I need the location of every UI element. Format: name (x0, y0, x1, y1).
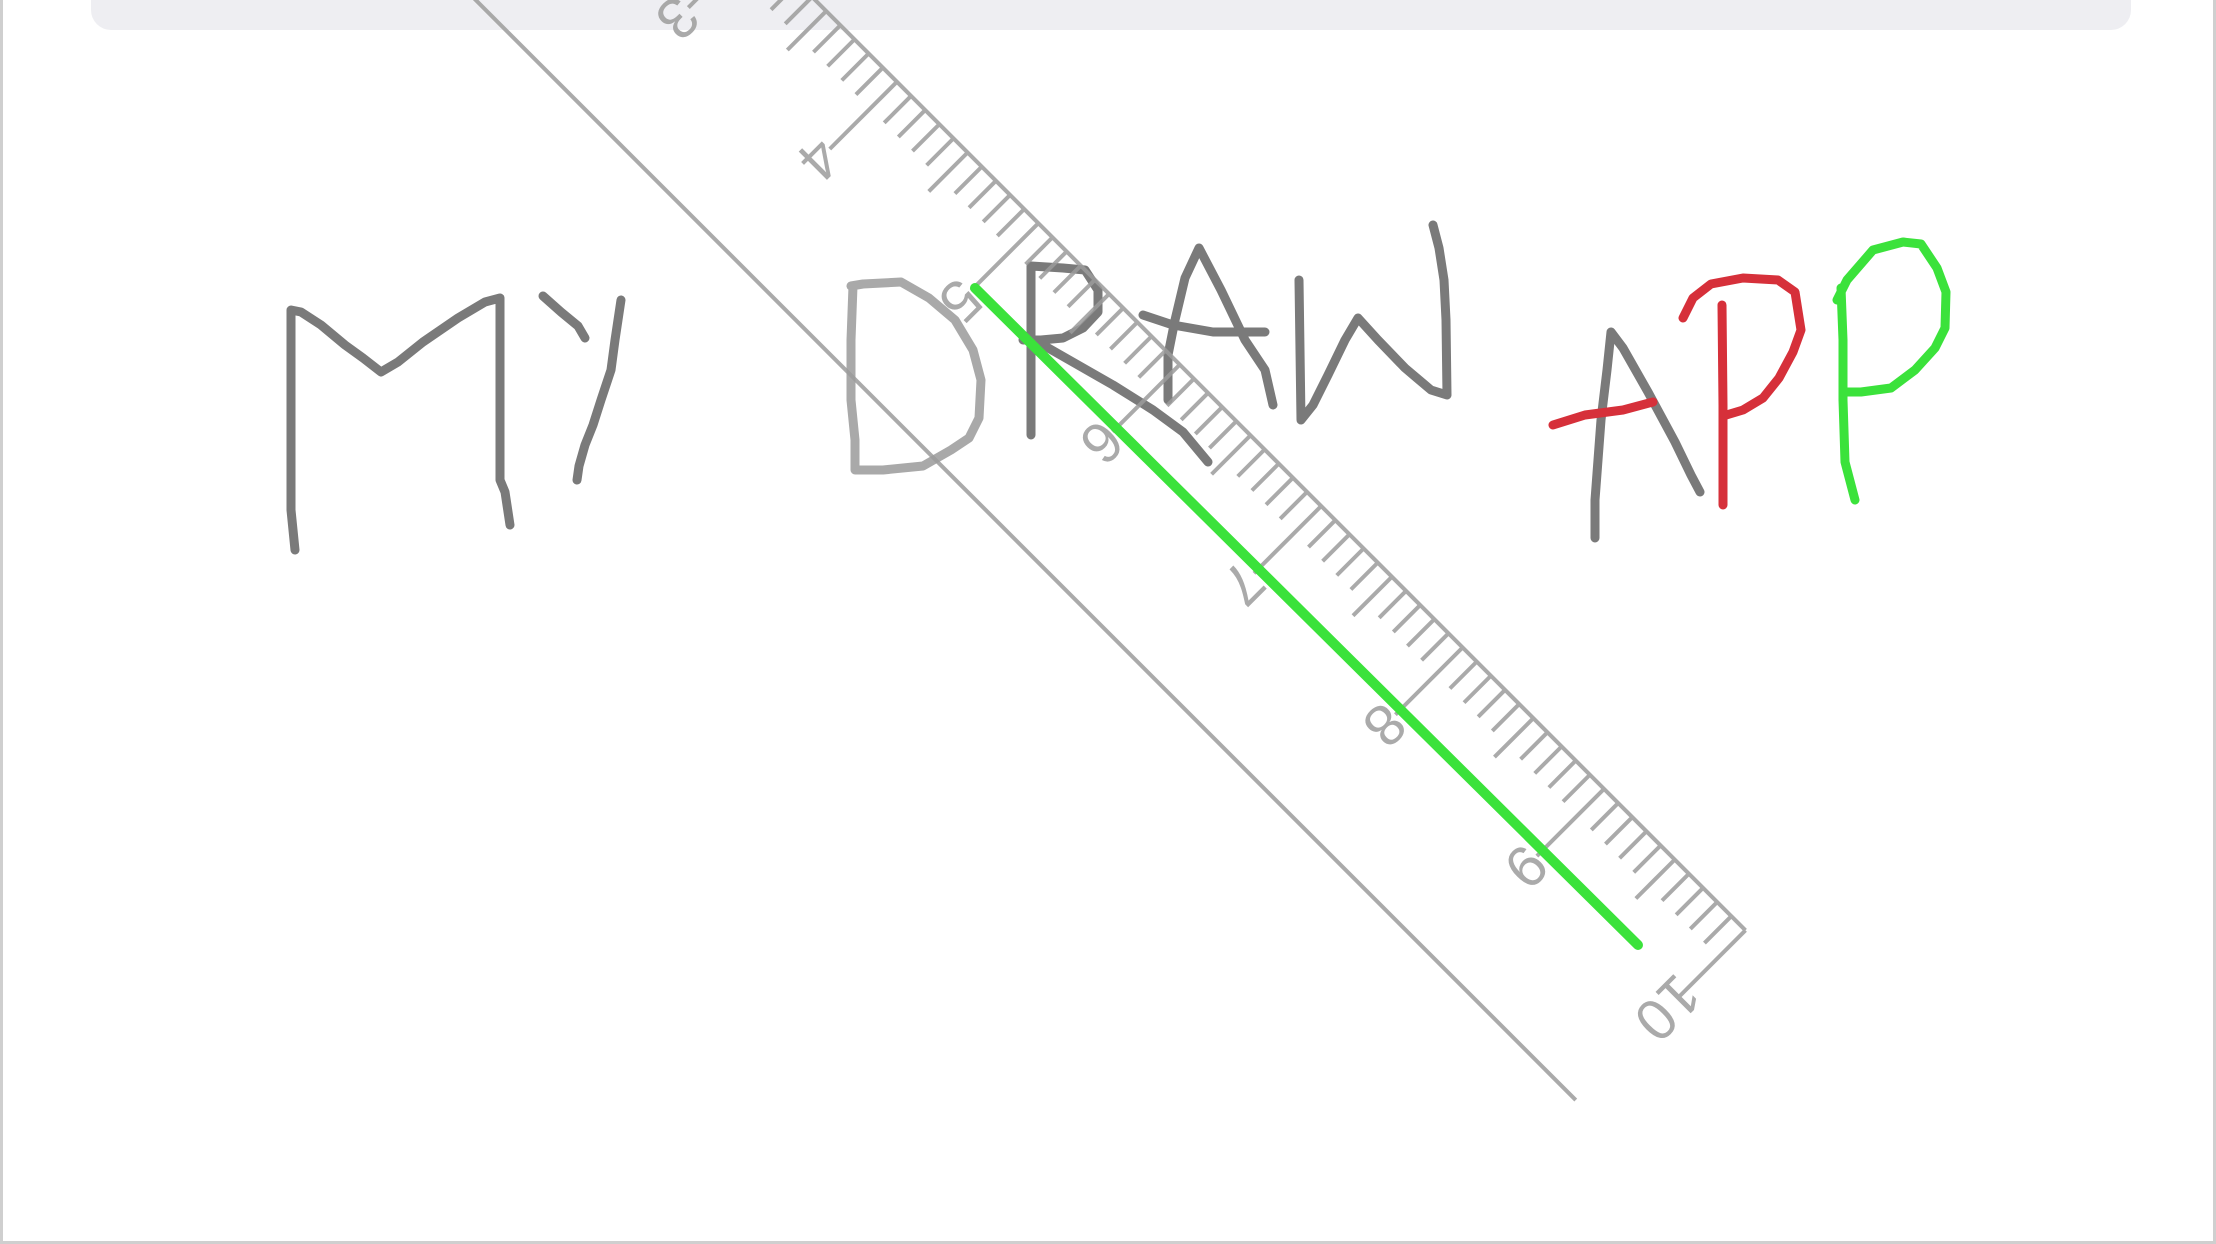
ruler-tick (1208, 419, 1238, 450)
ruler-tick (1335, 547, 1366, 577)
ruler-ticks (686, 0, 1747, 999)
ruler-tick (1618, 829, 1648, 860)
ruler-tick (1109, 320, 1139, 351)
ruler-tick (995, 207, 1026, 238)
ruler-tick (1448, 660, 1479, 690)
stroke-letter-a-app (1590, 327, 1705, 543)
ruler-tick (1604, 815, 1634, 846)
ruler-tick (1137, 349, 1168, 379)
ruler-tick (840, 52, 871, 82)
stroke-letter-w (1294, 220, 1452, 425)
ruler-tick (1519, 730, 1549, 761)
stroke-letter-p-green (1832, 237, 1951, 505)
ruler-tick (1660, 872, 1691, 903)
ruler-tick (1476, 688, 1507, 719)
ruler-tick (1264, 476, 1295, 507)
ruler-tick (1236, 448, 1267, 478)
ruler-tick (854, 66, 885, 96)
ruler-tick (1688, 900, 1719, 931)
ruler-tick (1420, 631, 1450, 662)
ruler-tick (1250, 462, 1281, 492)
ruler-tick (953, 165, 984, 195)
ruler-tick (1278, 490, 1309, 521)
ruler-edge-far (428, 0, 1578, 1102)
ruler-tick (1252, 504, 1323, 575)
ruler-tick (769, 0, 800, 12)
stroke-letter-p-red (1678, 273, 1806, 510)
ruler-tick (1674, 886, 1705, 917)
ruler-tick (1066, 278, 1097, 309)
ruler-tick (1462, 674, 1493, 705)
ruler-tick-labels: 2345678910 (643, 0, 1713, 1054)
ruler-tick (1589, 801, 1620, 832)
ruler-tick (1123, 334, 1153, 365)
ruler-tick (1561, 773, 1592, 804)
ruler-tick (783, 0, 814, 26)
ruler-tick (1321, 532, 1351, 563)
ruler-tick (1391, 603, 1422, 634)
ruler-tick (1377, 589, 1408, 620)
ruler-guided-stroke (970, 283, 1643, 950)
ruler-tick (981, 193, 1012, 224)
ruler-tick (1703, 914, 1733, 945)
ruler-tick (1179, 391, 1210, 422)
ruler-tick (686, 0, 757, 9)
ruler-tick (1490, 702, 1521, 733)
canvas-svg: 2345678910 (286, 0, 1951, 1123)
ruler-tick (828, 80, 899, 151)
ruler-tick (967, 179, 998, 210)
app-window: 2345678910 (0, 0, 2216, 1244)
ruler-tick (1193, 405, 1224, 436)
ruler[interactable]: 2345678910 (421, 0, 1768, 1123)
ruler-tick (1307, 518, 1337, 549)
ruler-tick (1535, 787, 1606, 858)
ruler-tick (1406, 617, 1436, 648)
ruler-tick (882, 94, 913, 125)
stroke-letter-y-short (538, 291, 590, 343)
ruler-tick (1547, 759, 1578, 789)
ruler-tick (1632, 844, 1663, 874)
ruler-tick (1394, 646, 1465, 717)
ruler-tick (1024, 235, 1054, 266)
ruler-tick-label: 3 (643, 0, 712, 52)
ruler-tick (812, 23, 842, 54)
ruler-tick (826, 37, 856, 68)
stroke-letter-m (286, 293, 515, 555)
ruler-tick (911, 122, 941, 153)
drawing-canvas[interactable]: 2345678910 (3, 0, 2216, 1244)
ruler-tick (1349, 561, 1380, 591)
ruler-tick (925, 136, 955, 167)
ruler-tick (1533, 745, 1564, 775)
ruler-tick (896, 108, 927, 139)
